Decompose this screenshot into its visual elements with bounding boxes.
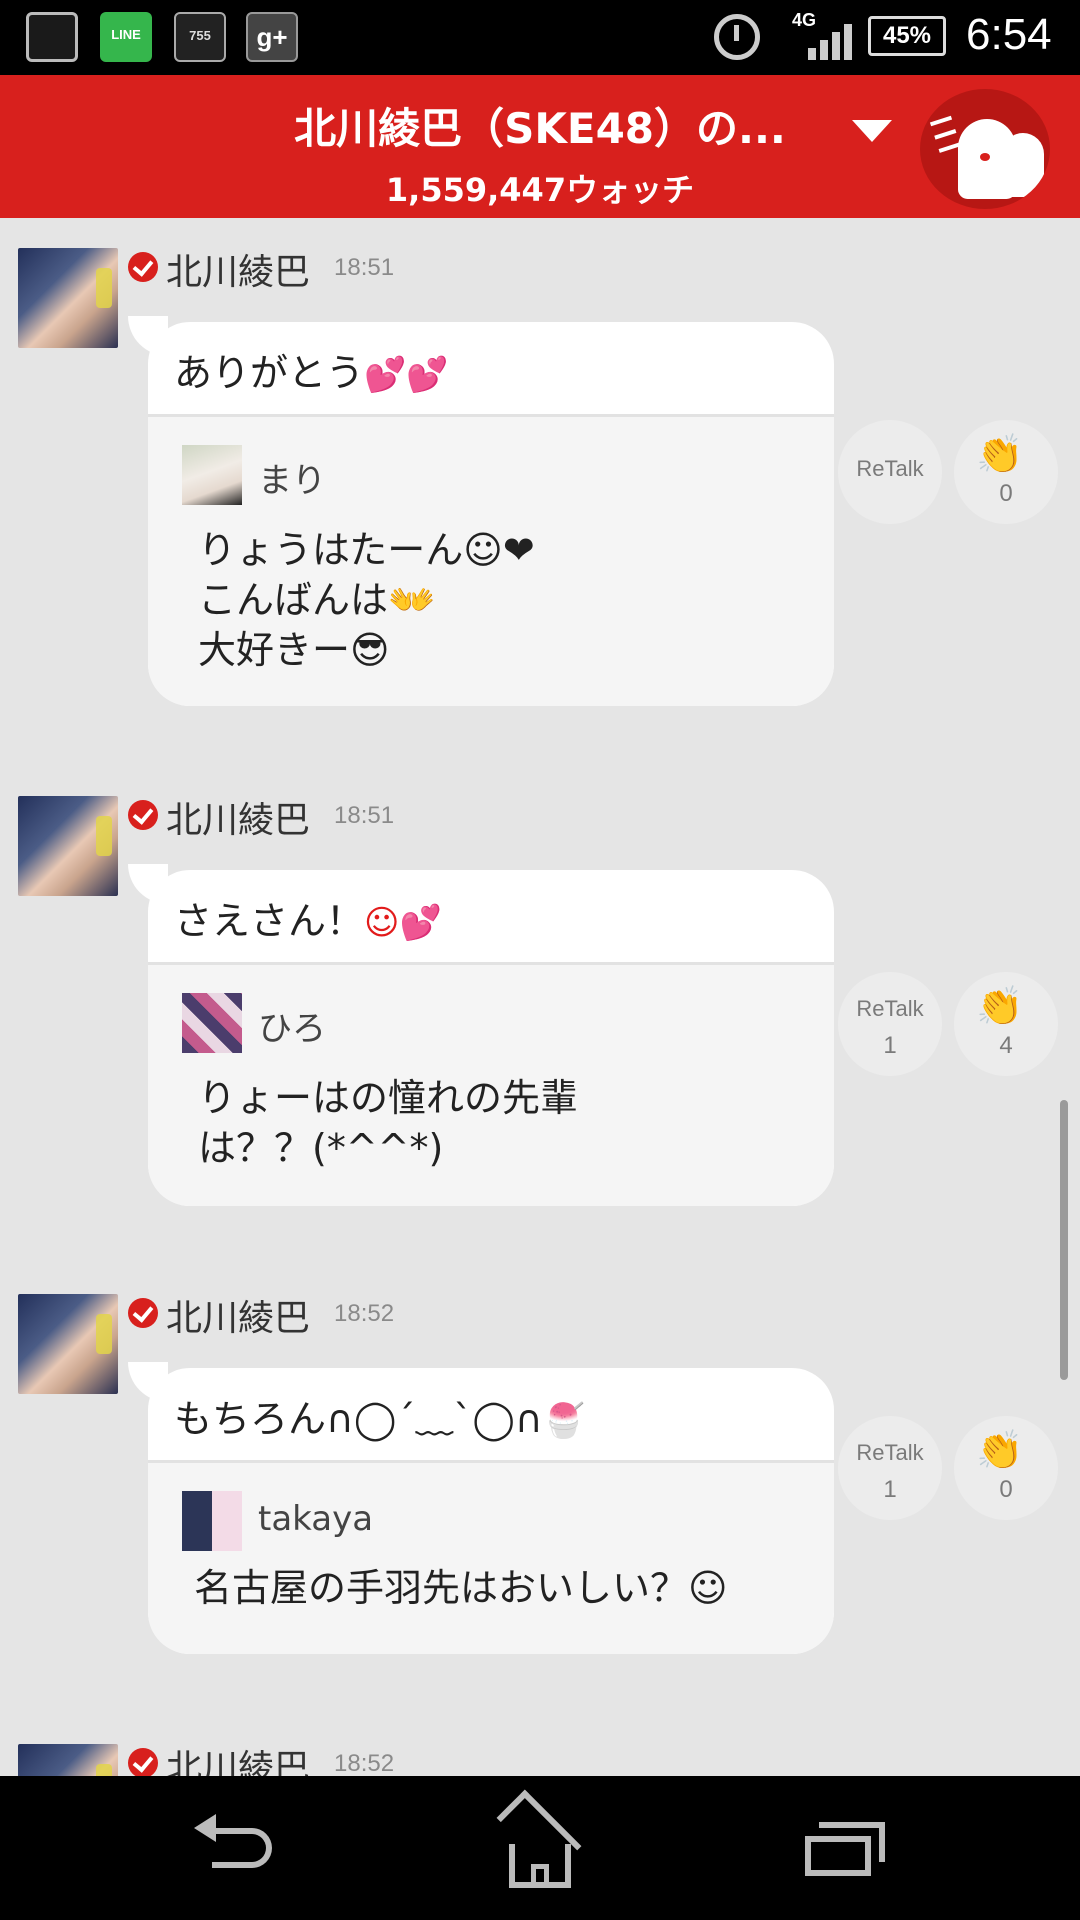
post-time: 18:51 — [334, 254, 395, 281]
home-button[interactable] — [485, 1789, 595, 1888]
clap-icon: 👏 — [976, 1428, 1024, 1472]
quoted-reply: ひろ りょーはの憧れの先輩 は？？(*^^*) — [148, 962, 834, 1206]
clap-icon: 👏 — [976, 432, 1024, 476]
app-755-notification-icon: 755 — [174, 12, 226, 62]
clap-icon: 👏 — [976, 984, 1024, 1028]
reply-text: りょーはの憧れの先輩 は？？(*^^*) — [198, 1076, 579, 1170]
verified-icon — [128, 800, 158, 830]
message-text: もちろん∩◯´﹏`◯∩ — [174, 1397, 543, 1441]
verified-icon — [128, 252, 158, 282]
verified-icon — [128, 1298, 158, 1328]
google-plus-notification-icon: g+ — [246, 12, 298, 62]
post-time: 18:52 — [334, 1750, 395, 1776]
scrollbar[interactable] — [1060, 1100, 1068, 1380]
app-header: 北川綾巴（SKE48）の... 1,559,447ウォッチ — [0, 75, 1080, 218]
message-emoji: 🍧 — [542, 1401, 586, 1441]
author-name: 北川綾巴 — [166, 800, 311, 841]
post-time: 18:52 — [334, 1300, 395, 1327]
message-text: ありがとう — [174, 351, 365, 395]
alarm-icon — [714, 14, 760, 60]
message-bubble[interactable]: もちろん∩◯´﹏`◯∩🍧 takaya 名古屋の手羽先はおいしい？☺ — [148, 1368, 834, 1654]
system-nav-bar — [0, 1776, 1080, 1920]
status-bar: LINE 755 g+ 4G 45% 6:54 — [0, 0, 1080, 75]
line-notification-icon: LINE — [100, 12, 152, 62]
signal-icon: 4G — [792, 10, 852, 60]
retalk-button[interactable]: ReTalk 1 — [838, 972, 942, 1076]
author-avatar[interactable] — [18, 1744, 118, 1776]
author-name: 北川綾巴 — [166, 1748, 311, 1776]
recent-apps-button[interactable] — [785, 1808, 895, 1888]
room-title[interactable]: 北川綾巴（SKE48）の... — [170, 95, 910, 156]
message-emoji: 💕💕 — [364, 355, 449, 395]
back-button[interactable] — [190, 1808, 300, 1888]
reply-text: 名古屋の手羽先はおいしい？☺ — [194, 1566, 728, 1610]
clap-button[interactable]: 👏 0 — [954, 420, 1058, 524]
replier-avatar — [182, 993, 242, 1053]
verified-icon — [128, 1748, 158, 1776]
reply-text: りょうはたーん☺❤ こんばんは👐 大好きー😎 — [198, 528, 535, 672]
author-avatar[interactable] — [18, 1294, 118, 1394]
clap-button[interactable]: 👏 4 — [954, 972, 1058, 1076]
author-name: 北川綾巴 — [166, 252, 311, 293]
replier-name: まり — [258, 461, 326, 501]
clock: 6:54 — [966, 10, 1052, 59]
clap-button[interactable]: 👏 0 — [954, 1416, 1058, 1520]
replier-avatar — [182, 1491, 242, 1551]
author-name: 北川綾巴 — [166, 1298, 311, 1339]
back-icon — [212, 1828, 272, 1868]
quoted-reply: takaya 名古屋の手羽先はおいしい？☺ — [148, 1460, 834, 1654]
replier-name: takaya — [258, 1499, 374, 1539]
watch-count: 1,559,447ウォッチ — [385, 171, 695, 209]
gallery-notification-icon — [26, 12, 78, 62]
talk-feed[interactable]: 北川綾巴 18:51 ありがとう💕💕 まり りょうはたーん☺❤ こんばんは👐 大… — [0, 218, 1080, 1776]
battery-icon: 45% — [868, 16, 946, 56]
message-bubble[interactable]: ありがとう💕💕 まり りょうはたーん☺❤ こんばんは👐 大好きー😎 — [148, 322, 834, 706]
quoted-reply: まり りょうはたーん☺❤ こんばんは👐 大好きー😎 — [148, 414, 834, 706]
replier-name: ひろ — [258, 1009, 326, 1049]
message-bubble[interactable]: さえさん！☺💕 ひろ りょーはの憧れの先輩 は？？(*^^*) — [148, 870, 834, 1206]
message-text: さえさん！ — [174, 899, 365, 943]
retalk-button[interactable]: ReTalk — [838, 420, 942, 524]
dropdown-arrow-icon[interactable] — [852, 120, 892, 142]
post-time: 18:51 — [334, 802, 395, 829]
replier-avatar — [182, 445, 242, 505]
recent-apps-icon — [805, 1836, 871, 1876]
retalk-button[interactable]: ReTalk 1 — [838, 1416, 942, 1520]
app-logo-ghost-icon[interactable] — [920, 89, 1050, 209]
author-avatar[interactable] — [18, 248, 118, 348]
message-emoji: ☺💕 — [364, 903, 442, 943]
author-avatar[interactable] — [18, 796, 118, 896]
